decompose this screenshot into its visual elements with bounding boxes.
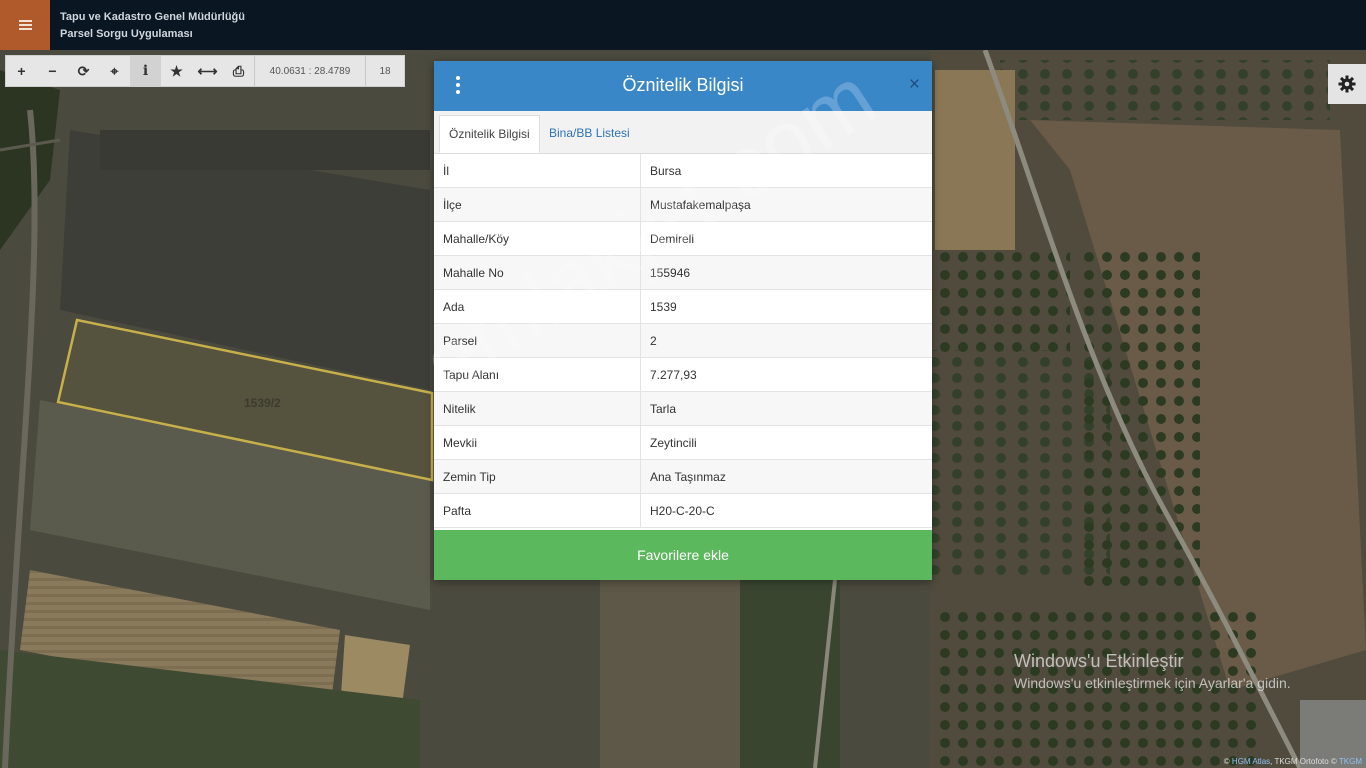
attribute-info-dialog: Öznitelik Bilgisi × Öznitelik Bilgisi Bi… <box>434 61 932 580</box>
app-title-line1: Tapu ve Kadastro Genel Müdürlüğü <box>60 11 245 23</box>
attr-key: İlçe <box>434 187 641 222</box>
star-icon: ★ <box>170 62 183 79</box>
table-row: İl Bursa <box>434 154 932 188</box>
tab-building-list[interactable]: Bina/BB Listesi <box>540 115 639 153</box>
info-icon: i <box>142 63 149 79</box>
tkgm-link[interactable]: TKGM <box>1339 757 1362 766</box>
top-bar: Tapu ve Kadastro Genel Müdürlüğü Parsel … <box>0 0 1366 50</box>
table-row: Mevkii Zeytincili <box>434 425 932 460</box>
table-row: İlçe Mustafakemalpaşa <box>434 187 932 222</box>
refresh-button[interactable]: ⟳ <box>68 56 99 86</box>
attr-value: 7.277,93 <box>640 357 932 392</box>
windows-activation-notice: Windows'u Etkinleştir Windows'u etkinleş… <box>1014 651 1291 691</box>
hgm-atlas-link[interactable]: HGM Atlas <box>1232 757 1270 766</box>
map-attribution: © HGM Atlas, TKGM Ortofoto © TKGM <box>1224 757 1362 766</box>
attr-key: Ada <box>434 289 641 324</box>
hamburger-icon <box>18 20 32 30</box>
attr-value: Demireli <box>640 221 932 256</box>
attr-key: Tapu Alanı <box>434 357 641 392</box>
dialog-tabs: Öznitelik Bilgisi Bina/BB Listesi <box>434 111 932 154</box>
attr-key: Pafta <box>434 493 641 528</box>
attr-key: Mahalle No <box>434 255 641 290</box>
measure-button[interactable]: ⟷ <box>192 56 223 86</box>
measure-icon: ⟷ <box>197 62 218 79</box>
attr-key: İl <box>434 154 641 188</box>
attr-key: Nitelik <box>434 391 641 426</box>
attr-value: 2 <box>640 323 932 358</box>
parcel-label: 1539/2 <box>244 396 281 410</box>
tab-attribute-info[interactable]: Öznitelik Bilgisi <box>439 115 540 153</box>
table-row: Tapu Alanı 7.277,93 <box>434 357 932 392</box>
attr-value: Ana Taşınmaz <box>640 459 932 494</box>
attr-key: Mahalle/Köy <box>434 221 641 256</box>
attr-key: Zemin Tip <box>434 459 641 494</box>
table-row: Zemin Tip Ana Taşınmaz <box>434 459 932 494</box>
locate-button[interactable]: ⌖ <box>99 56 130 86</box>
gear-icon <box>1338 75 1356 93</box>
favorites-button[interactable]: ★ <box>161 56 192 86</box>
table-row: Nitelik Tarla <box>434 391 932 426</box>
attribution-prefix: © <box>1223 757 1232 766</box>
settings-button[interactable] <box>1328 64 1366 104</box>
close-icon[interactable]: × <box>909 75 920 95</box>
table-row: Mahalle/Köy Demireli <box>434 221 932 256</box>
attr-value: Tarla <box>640 391 932 426</box>
attr-value: 155946 <box>640 255 932 290</box>
attr-key: Mevkii <box>434 425 641 460</box>
refresh-icon: ⟳ <box>77 62 90 79</box>
attr-value: Zeytincili <box>640 425 932 460</box>
crosshair-icon: ⌖ <box>110 62 119 79</box>
attribution-middle: , TKGM Ortofoto © <box>1270 757 1339 766</box>
map-toolbar: + − ⟳ ⌖ i ★ ⟷ ⎙ 40.0631 : 28.4789 18 <box>5 55 405 87</box>
table-row: Pafta H20-C-20-C <box>434 493 932 528</box>
attr-key: Parsel <box>434 323 641 358</box>
attr-value: Bursa <box>640 154 932 188</box>
add-to-favorites-button[interactable]: Favorilere ekle <box>434 530 932 580</box>
dialog-header: Öznitelik Bilgisi × <box>434 61 932 111</box>
attr-value: 1539 <box>640 289 932 324</box>
activation-subtitle: Windows'u etkinleştirmek için Ayarlar'a … <box>1014 675 1291 691</box>
attribute-table: İl Bursa İlçe Mustafakemalpaşa Mahalle/Köy… <box>434 154 932 528</box>
attr-value: Mustafakemalpaşa <box>640 187 932 222</box>
app-title: Tapu ve Kadastro Genel Müdürlüğü Parsel … <box>60 9 245 43</box>
hamburger-menu-button[interactable] <box>0 0 50 50</box>
plus-icon: + <box>17 63 26 79</box>
table-row: Ada 1539 <box>434 289 932 324</box>
coordinate-readout: 40.0631 : 28.4789 <box>254 56 365 86</box>
info-button[interactable]: i <box>130 56 161 86</box>
print-icon: ⎙ <box>232 62 245 79</box>
minus-icon: − <box>48 63 57 79</box>
app-title-line2: Parsel Sorgu Uygulaması <box>60 28 193 40</box>
attr-value: H20-C-20-C <box>640 493 932 528</box>
activation-title: Windows'u Etkinleştir <box>1014 651 1184 671</box>
zoom-in-button[interactable]: + <box>6 56 37 86</box>
zoom-level: 18 <box>365 56 404 86</box>
table-row: Parsel 2 <box>434 323 932 358</box>
dialog-title: Öznitelik Bilgisi <box>622 75 744 95</box>
table-row: Mahalle No 155946 <box>434 255 932 290</box>
print-button[interactable]: ⎙ <box>223 56 254 86</box>
zoom-out-button[interactable]: − <box>37 56 68 86</box>
